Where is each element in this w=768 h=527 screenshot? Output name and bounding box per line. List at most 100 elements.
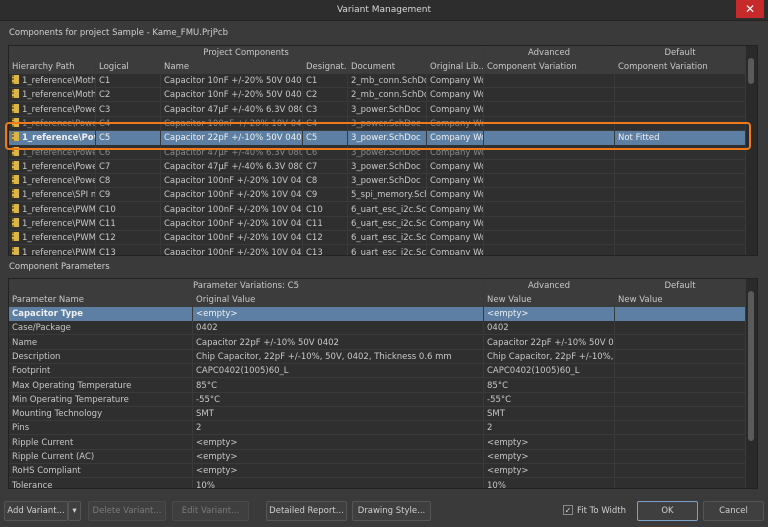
edit-variant-button[interactable]: Edit Variant... [172, 501, 249, 521]
table-cell: Chip Capacitor, 22pF +/-10%, 50V, 0402, … [484, 349, 615, 364]
table-cell: Not Fitted [615, 131, 746, 146]
table-cell: C9 [96, 188, 161, 203]
table-cell [484, 74, 615, 88]
cell-text: 1_reference\Mothe [22, 90, 96, 101]
project-label: Components for project Sample - Kame_FMU… [9, 28, 228, 38]
cell-text: Company Wor [430, 233, 484, 244]
column-header[interactable]: New Value [615, 293, 746, 307]
column-header[interactable]: Original Lib... [427, 60, 484, 74]
column-header[interactable]: Name [161, 60, 303, 74]
table-cell [615, 364, 746, 379]
table-cell: Capacitor 100nF +/-20% 10V 0402 [161, 188, 303, 203]
table-row[interactable]: RoHS Compliant <empty> <empty> [9, 464, 746, 479]
cell-text: C6 [306, 147, 318, 158]
table-row[interactable]: 1_reference\PWM/C10 Capacitor 100nF +/-20… [9, 202, 746, 217]
component-icon [12, 75, 19, 84]
cell-text: 6_uart_esc_i2c.SchDoc [351, 233, 427, 244]
table-row[interactable]: 1_reference\PWM/C12 Capacitor 100nF +/-20… [9, 231, 746, 246]
table-row[interactable]: 1_reference\PWM/C13 Capacitor 100nF +/-20… [9, 245, 746, 256]
cell-text: <empty> [487, 309, 529, 319]
cell-text: Tolerance [12, 480, 53, 489]
column-header[interactable]: Hierarchy Path [9, 60, 96, 74]
cell-text: -55°C [196, 394, 221, 405]
table-row[interactable]: Pins 2 2 [9, 421, 746, 436]
table-cell: Company Wor [427, 174, 484, 189]
table-cell: 1_reference\Mothe [9, 88, 96, 103]
table-row[interactable]: 1_reference\SPI meC9Capacitor 100nF +/-2… [9, 188, 746, 203]
table-cell: C9 [303, 188, 348, 203]
cancel-button[interactable]: Cancel [703, 501, 764, 521]
cell-text: <empty> [487, 437, 529, 448]
add-variant-dropdown[interactable]: ▾ [68, 501, 81, 521]
table-row[interactable]: Footprint CAPC0402(1005)60_L CAPC0402(1005… [9, 364, 746, 379]
table-cell [615, 217, 746, 231]
component-icon [12, 89, 19, 99]
table-row[interactable]: Tolerance 10% 10% [9, 478, 746, 489]
cell-text: <empty> [196, 452, 238, 462]
cell-text: <empty> [487, 452, 529, 462]
cell-text: 1_reference\Mothe [22, 76, 96, 86]
component-icon [12, 132, 19, 142]
table-row[interactable]: Description Chip Capacitor, 22pF +/-10%, … [9, 349, 746, 364]
cell-text: RoHS Compliant [12, 466, 81, 477]
table-cell: C4 [303, 116, 348, 131]
add-variant-button[interactable]: Add Variant... [4, 501, 68, 521]
table-cell: C2 [96, 88, 161, 103]
cell-text: 1_reference\Power [22, 118, 96, 129]
table-cell: 0402 [193, 321, 484, 336]
table-cell: Company Wor [427, 88, 484, 103]
table-cell: <empty> [193, 464, 484, 479]
fit-to-width-checkbox[interactable]: ✓ [563, 505, 573, 515]
column-header[interactable]: Document [348, 60, 427, 74]
cell-text: C2 [306, 90, 318, 101]
table-row[interactable]: 1_reference\PowerC5Capacitor 22pF +/-10%… [9, 131, 746, 146]
cell-text: Company Wor [430, 247, 484, 256]
table-row[interactable]: 1_reference\Power C4 Capacitor 100nF +/-20… [9, 116, 746, 131]
cell-text: Mounting Technology [12, 409, 103, 420]
column-header[interactable]: Original Value [193, 293, 484, 307]
cell-text: C13 [99, 247, 116, 256]
table-row[interactable]: Ripple Current <empty> <empty> [9, 435, 746, 450]
column-header[interactable]: Parameter Name [9, 293, 193, 307]
table-row[interactable]: Mounting Technology SMT SMT [9, 407, 746, 422]
table-cell: C3 [303, 102, 348, 117]
component-icon [12, 160, 19, 170]
table-row[interactable]: Ripple Current (AC) <empty> <empty> [9, 450, 746, 464]
cell-text: -55°C [487, 394, 512, 405]
column-header[interactable]: New Value [484, 293, 615, 307]
column-header[interactable]: Designat... [303, 60, 348, 74]
parameters-grid[interactable]: Parameter Variations: C5 Advanced Default P… [8, 278, 758, 489]
column-header[interactable]: Component Variation [484, 60, 615, 74]
table-cell: 2 [484, 421, 615, 436]
table-row[interactable]: 1_reference\Mothe C1 Capacitor 10nF +/-20%… [9, 74, 746, 88]
table-row[interactable]: 1_reference\Power C6 Capacitor 47µF +/-40%… [9, 145, 746, 160]
table-row[interactable]: Name Capacitor 22pF +/-10% 50V 0402 Capaci… [9, 335, 746, 350]
parameters-scrollbar[interactable] [745, 279, 757, 488]
table-row[interactable]: Max Operating Temperature 85°C 85°C [9, 378, 746, 393]
table-row[interactable]: Case/Package 0402 0402 [9, 321, 746, 336]
table-row[interactable]: 1_reference\PWM/C11 Capacitor 100nF +/-20… [9, 217, 746, 231]
cell-text: Company Wor [430, 161, 484, 172]
column-header[interactable]: Logical [96, 60, 161, 74]
table-row[interactable]: 1_reference\Mothe C2 Capacitor 10nF +/-20%… [9, 88, 746, 103]
close-button[interactable]: ✕ [736, 0, 764, 18]
components-grid[interactable]: Project Components Advanced Default Hierarc… [8, 45, 758, 256]
table-row[interactable]: 1_reference\Power C7 Capacitor 47µF +/-40%… [9, 159, 746, 174]
delete-variant-button[interactable]: Delete Variant... [88, 501, 166, 521]
cell-text: Company Wor [430, 204, 484, 215]
table-cell: C6 [96, 145, 161, 160]
ok-button[interactable]: OK [637, 501, 698, 521]
detailed-report-button[interactable]: Detailed Report... [266, 501, 347, 521]
components-scrollbar[interactable] [745, 46, 757, 255]
cell-text: Company Wor [430, 104, 484, 115]
table-cell [615, 231, 746, 246]
drawing-style-button[interactable]: Drawing Style... [352, 501, 431, 521]
column-header[interactable]: Component Variation [615, 60, 746, 74]
cell-text: Capacitor 47µF +/-40% 6.3V 0805 [164, 161, 303, 172]
table-row[interactable]: Min Operating Temperature -55°C -55°C [9, 392, 746, 407]
table-row[interactable]: Capacitor Type <empty> <empty> [9, 307, 746, 321]
table-row[interactable]: 1_reference\Power C8 Capacitor 100nF +/-20… [9, 174, 746, 189]
table-row[interactable]: 1_reference\Power C3 Capacitor 47µF +/-40%… [9, 102, 746, 117]
table-cell: C1 [303, 74, 348, 88]
table-cell [615, 421, 746, 436]
